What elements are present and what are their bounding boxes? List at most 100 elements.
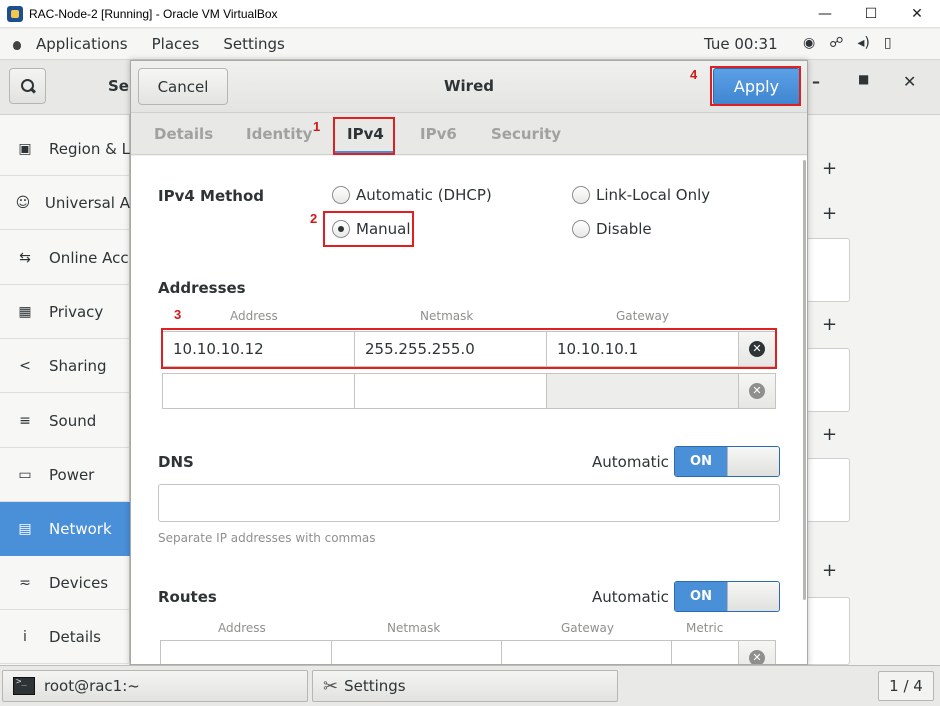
- route-column-address: Address: [218, 621, 266, 635]
- tab-ipv6[interactable]: IPv6: [420, 125, 457, 143]
- sidebar-item-label: Devices: [49, 573, 109, 592]
- routes-automatic-label: Automatic: [592, 588, 669, 606]
- route-netmask-input[interactable]: [331, 640, 502, 664]
- sidebar-item-online-accounts[interactable]: ⇆ Online Acc: [0, 231, 130, 285]
- universal-access-icon: ☺: [15, 194, 31, 211]
- addresses-label: Addresses: [158, 279, 246, 297]
- route-metric-input[interactable]: [671, 640, 739, 664]
- delete-address-button[interactable]: ✕: [738, 373, 776, 409]
- sidebar-item-power[interactable]: ▭ Power: [0, 448, 130, 502]
- netmask-input[interactable]: [354, 373, 547, 409]
- sidebar-item-label: Sound: [49, 411, 97, 430]
- annotation-box-apply: [710, 66, 801, 106]
- sound-icon: ≡: [19, 412, 31, 429]
- route-gateway-input[interactable]: [501, 640, 672, 664]
- dns-servers-input[interactable]: [158, 484, 780, 522]
- route-address-input[interactable]: [160, 640, 332, 664]
- volume-icon[interactable]: ◂): [857, 35, 870, 51]
- dns-label: DNS: [158, 453, 194, 471]
- places-menu[interactable]: Places: [152, 35, 200, 53]
- sidebar-item-universal-access[interactable]: ☺ Universal A: [0, 176, 130, 230]
- column-header-address: Address: [230, 309, 278, 323]
- radio-button[interactable]: [332, 186, 350, 204]
- route-column-metric: Metric: [686, 621, 724, 635]
- details-icon: i: [23, 628, 27, 645]
- sidebar-item-label: Universal A: [44, 193, 130, 212]
- gateway-input[interactable]: [546, 373, 739, 409]
- radio-label: Disable: [596, 220, 652, 238]
- annotation-number-3: 3: [174, 307, 182, 322]
- workspace-switcher[interactable]: 1 / 4: [878, 671, 934, 701]
- settings-close-button[interactable]: ✕: [903, 72, 916, 91]
- add-icon[interactable]: +: [822, 203, 837, 224]
- dns-automatic-toggle[interactable]: ON: [674, 446, 780, 477]
- taskbar-settings[interactable]: ✂ Settings: [312, 670, 618, 702]
- dialog-header: Cancel Wired Apply: [131, 61, 807, 113]
- maximize-button[interactable]: ☐: [848, 0, 894, 28]
- settings-menu[interactable]: Settings: [223, 35, 285, 53]
- bottom-taskbar: root@rac1:~ ✂ Settings 1 / 4: [0, 665, 940, 706]
- device-frame: [806, 458, 850, 522]
- sidebar-item-devices[interactable]: ≂ Devices: [0, 556, 130, 610]
- gnome-top-bar: Applications Places Settings Tue 00:31 ◉…: [0, 29, 940, 60]
- annotation-box-ipv4: [333, 117, 395, 155]
- host-title-bar: RAC-Node-2 [Running] - Oracle VM Virtual…: [0, 0, 940, 28]
- search-icon: [20, 79, 35, 93]
- taskbar-terminal-label: root@rac1:~: [44, 677, 140, 695]
- battery-icon[interactable]: ▯: [884, 35, 892, 51]
- route-column-netmask: Netmask: [387, 621, 441, 635]
- sidebar-item-network[interactable]: ▤ Network: [0, 502, 130, 556]
- add-icon[interactable]: +: [822, 314, 837, 335]
- column-header-gateway: Gateway: [616, 309, 670, 323]
- annotation-number-2: 2: [310, 211, 318, 226]
- sidebar-item-label: Details: [49, 627, 102, 646]
- clock[interactable]: Tue 00:31: [704, 35, 778, 53]
- routes-automatic-toggle[interactable]: ON: [674, 581, 780, 612]
- address-input[interactable]: [162, 373, 355, 409]
- network-icon[interactable]: ☍: [829, 35, 843, 51]
- sidebar-item-details[interactable]: i Details: [0, 610, 130, 664]
- delete-icon: ✕: [749, 650, 765, 664]
- device-frame: [806, 597, 850, 665]
- radio-disable[interactable]: Disable: [572, 220, 652, 238]
- scrollbar[interactable]: [803, 160, 806, 600]
- tab-identity[interactable]: Identity: [246, 125, 312, 143]
- toggle-on-label: ON: [675, 582, 727, 611]
- sidebar-item-region[interactable]: ▣ Region & L: [0, 122, 130, 176]
- radio-automatic-dhcp[interactable]: Automatic (DHCP): [332, 186, 492, 204]
- tab-details[interactable]: Details: [154, 125, 213, 143]
- delete-route-button[interactable]: ✕: [738, 640, 776, 664]
- minimize-button[interactable]: —: [802, 0, 848, 28]
- terminal-icon: [13, 677, 35, 695]
- add-icon[interactable]: +: [822, 158, 837, 179]
- system-tray[interactable]: ◉ ☍ ◂) ▯: [803, 35, 892, 51]
- settings-maximize-button[interactable]: ■: [858, 72, 869, 86]
- taskbar-terminal[interactable]: root@rac1:~: [2, 670, 308, 702]
- delete-icon: ✕: [749, 383, 765, 399]
- add-icon[interactable]: +: [822, 424, 837, 445]
- radio-button[interactable]: [572, 186, 590, 204]
- sidebar-item-privacy[interactable]: ▦ Privacy: [0, 285, 130, 339]
- sidebar-item-sharing[interactable]: < Sharing: [0, 339, 130, 393]
- ipv4-method-label: IPv4 Method: [158, 187, 265, 205]
- routes-label: Routes: [158, 588, 217, 606]
- search-button[interactable]: [9, 68, 46, 104]
- close-button[interactable]: ✕: [894, 0, 940, 28]
- taskbar-settings-label: Settings: [344, 677, 406, 695]
- dialog-title: Wired: [444, 77, 494, 95]
- devices-icon: ≂: [19, 574, 31, 591]
- device-frame: [806, 238, 850, 302]
- radio-button[interactable]: [572, 220, 590, 238]
- settings-minimize-button[interactable]: –: [812, 72, 820, 91]
- accessibility-icon[interactable]: ◉: [803, 35, 815, 51]
- applications-menu[interactable]: Applications: [36, 35, 128, 53]
- ipv4-content: IPv4 Method Automatic (DHCP) Link-Local …: [131, 156, 807, 664]
- sidebar-item-sound[interactable]: ≡ Sound: [0, 394, 130, 448]
- annotation-number-4: 4: [690, 67, 698, 82]
- radio-label: Automatic (DHCP): [356, 186, 492, 204]
- toggle-on-label: ON: [675, 447, 727, 476]
- radio-label: Link-Local Only: [596, 186, 711, 204]
- tab-security[interactable]: Security: [491, 125, 561, 143]
- radio-link-local-only[interactable]: Link-Local Only: [572, 186, 710, 204]
- add-icon[interactable]: +: [822, 560, 837, 581]
